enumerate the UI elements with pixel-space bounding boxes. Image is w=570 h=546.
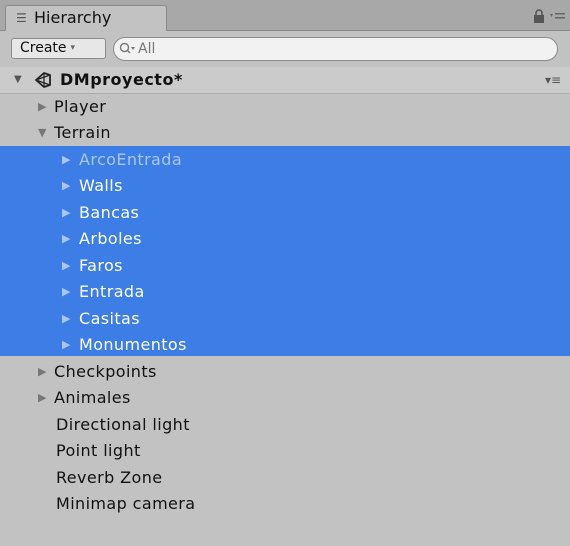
- create-button-label: Create: [20, 40, 67, 56]
- hierarchy-item-label: ArcoEntrada: [79, 150, 183, 169]
- expand-arrow-icon[interactable]: ▶: [38, 359, 47, 385]
- hierarchy-item-terrain[interactable]: ▼ Terrain: [0, 120, 570, 146]
- search-field[interactable]: [113, 37, 558, 61]
- hierarchy-toolbar: Create ▾: [0, 31, 570, 68]
- lock-icon[interactable]: [533, 9, 545, 23]
- hierarchy-item-arboles[interactable]: ▶ Arboles: [0, 226, 570, 252]
- chevron-down-icon: ▾: [70, 43, 76, 53]
- hierarchy-item-casitas[interactable]: ▶ Casitas: [0, 306, 570, 332]
- expand-arrow-icon[interactable]: ▶: [62, 332, 71, 358]
- expand-arrow-icon[interactable]: ▶: [62, 279, 71, 305]
- hierarchy-item-label: Bancas: [79, 203, 140, 222]
- hierarchy-item-label: Terrain: [54, 123, 111, 142]
- hierarchy-item-label: Checkpoints: [54, 362, 157, 381]
- search-input[interactable]: [138, 39, 538, 59]
- list-icon: ☰: [16, 11, 27, 25]
- hierarchy-item-label: Minimap camera: [56, 494, 196, 513]
- scene-root-row[interactable]: ▼ DMproyecto* ▾≡: [0, 67, 570, 94]
- hierarchy-item-checkpoints[interactable]: ▶ Checkpoints: [0, 359, 570, 385]
- hierarchy-item-label: Walls: [79, 176, 123, 195]
- expand-arrow-icon[interactable]: ▶: [62, 253, 71, 279]
- scene-options-icon[interactable]: ▾≡: [545, 67, 561, 93]
- hierarchy-item-animales[interactable]: ▶ Animales: [0, 385, 570, 411]
- search-icon[interactable]: [119, 42, 135, 56]
- hierarchy-item-directional-light[interactable]: Directional light: [0, 412, 570, 438]
- expand-arrow-icon[interactable]: ▶: [62, 147, 71, 173]
- hierarchy-item-reverb-zone[interactable]: Reverb Zone: [0, 465, 570, 491]
- expand-arrow-icon[interactable]: ▼: [14, 67, 22, 93]
- expand-arrow-icon[interactable]: ▶: [62, 173, 71, 199]
- panel-tab-bar: ☰ Hierarchy: [0, 0, 570, 31]
- scene-name: DMproyecto*: [60, 70, 183, 89]
- hierarchy-item-player[interactable]: ▶ Player: [0, 94, 570, 120]
- options-menu-icon[interactable]: [550, 9, 566, 23]
- expand-arrow-icon[interactable]: ▶: [62, 226, 71, 252]
- hierarchy-item-label: Arboles: [79, 229, 142, 248]
- expand-arrow-icon[interactable]: ▶: [38, 385, 47, 411]
- expand-arrow-icon[interactable]: ▶: [62, 306, 71, 332]
- unity-scene-icon: [35, 72, 51, 88]
- hierarchy-item-minimap-camera[interactable]: Minimap camera: [0, 491, 570, 517]
- expand-arrow-icon[interactable]: ▶: [62, 200, 71, 226]
- hierarchy-item-label: Point light: [56, 441, 141, 460]
- hierarchy-item-label: Monumentos: [79, 335, 187, 354]
- hierarchy-item-bancas[interactable]: ▶ Bancas: [0, 200, 570, 226]
- hierarchy-item-monumentos[interactable]: ▶ Monumentos: [0, 332, 570, 358]
- hierarchy-item-label: Entrada: [79, 282, 145, 301]
- collapse-arrow-icon[interactable]: ▼: [38, 120, 47, 146]
- hierarchy-item-label: Directional light: [56, 415, 190, 434]
- hierarchy-item-label: Animales: [54, 388, 131, 407]
- hierarchy-item-point-light[interactable]: Point light: [0, 438, 570, 464]
- hierarchy-item-label: Player: [54, 97, 107, 116]
- hierarchy-item-arcoentrada[interactable]: ▶ ArcoEntrada: [0, 147, 570, 173]
- hierarchy-item-faros[interactable]: ▶ Faros: [0, 253, 570, 279]
- hierarchy-item-label: Faros: [79, 256, 123, 275]
- expand-arrow-icon[interactable]: ▶: [38, 94, 47, 120]
- hierarchy-item-walls[interactable]: ▶ Walls: [0, 173, 570, 199]
- hierarchy-item-label: Reverb Zone: [56, 468, 163, 487]
- hierarchy-item-label: Casitas: [79, 309, 140, 328]
- hierarchy-tab-label: Hierarchy: [34, 8, 112, 27]
- hierarchy-item-entrada[interactable]: ▶ Entrada: [0, 279, 570, 305]
- hierarchy-tab[interactable]: ☰ Hierarchy: [5, 5, 167, 31]
- create-button[interactable]: Create ▾: [11, 38, 106, 59]
